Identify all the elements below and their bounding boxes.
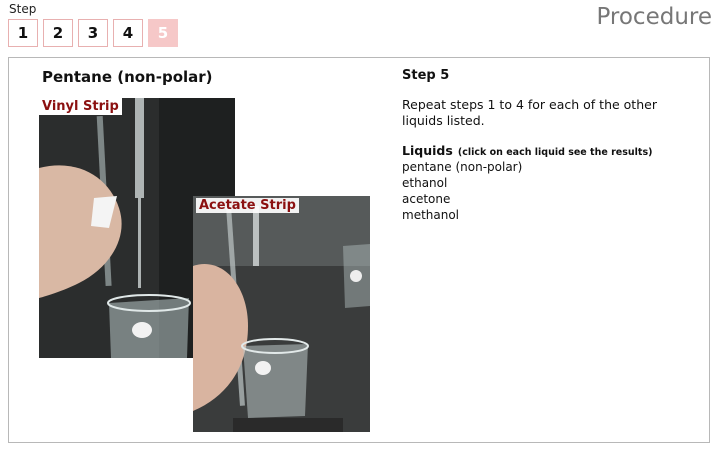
liquid-link-methanol[interactable]: methanol xyxy=(402,207,692,223)
step-heading: Step 5 xyxy=(402,68,450,83)
liquid-link-pentane[interactable]: pentane (non-polar) xyxy=(402,159,692,175)
step-label: Step xyxy=(9,2,37,16)
acetate-strip-photo: Acetate Strip xyxy=(193,196,370,432)
instructions-column: Step 5 Repeat steps 1 to 4 for each of t… xyxy=(402,68,692,223)
step-2-button[interactable]: 2 xyxy=(43,19,73,47)
liquid-title: Pentane (non-polar) xyxy=(42,68,213,86)
liquid-link-acetone[interactable]: acetone xyxy=(402,191,692,207)
step-navigation: 1 2 3 4 5 xyxy=(8,19,178,47)
content-panel: Pentane (non-polar) Vinyl Strip Acetate … xyxy=(8,57,710,443)
step-3-button[interactable]: 3 xyxy=(78,19,108,47)
acetate-strip-label: Acetate Strip xyxy=(196,198,299,213)
liquids-hint: (click on each liquid see the results) xyxy=(457,147,653,158)
vinyl-strip-label: Vinyl Strip xyxy=(39,98,122,115)
step-instructions: Repeat steps 1 to 4 for each of the othe… xyxy=(402,97,657,128)
liquids-header: Liquids (click on each liquid see the re… xyxy=(402,140,692,159)
step-4-button[interactable]: 4 xyxy=(113,19,143,47)
step-5-button[interactable]: 5 xyxy=(148,19,178,47)
liquid-link-ethanol[interactable]: ethanol xyxy=(402,175,692,191)
page-title: Procedure xyxy=(596,4,712,30)
liquids-heading: Liquids xyxy=(402,143,453,158)
acetate-photo-illustration xyxy=(193,196,370,432)
step-1-button[interactable]: 1 xyxy=(8,19,38,47)
